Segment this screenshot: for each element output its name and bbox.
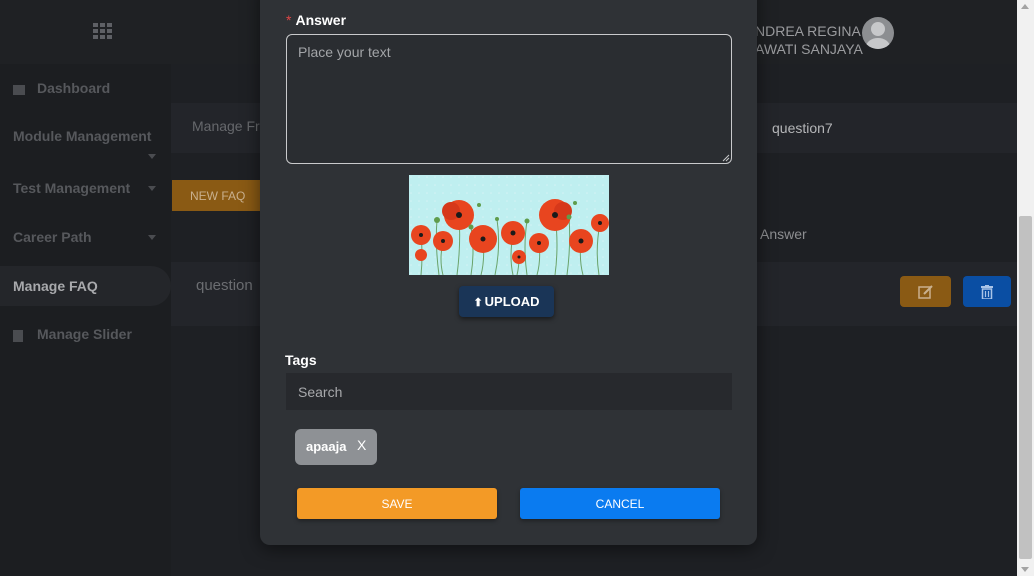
answer-label-text: Answer <box>295 12 347 28</box>
trash-icon <box>981 284 993 299</box>
user-name-line2: AWATI SANJAYA <box>755 41 863 57</box>
edit-button[interactable] <box>900 276 951 307</box>
tag-chip: apaaja X <box>295 429 377 465</box>
upload-icon: ⬆ <box>473 297 483 309</box>
chevron-down-icon <box>148 154 156 159</box>
question-title: question7 <box>772 120 833 136</box>
sidebar-item-test-management[interactable]: Test Management <box>0 168 171 208</box>
cancel-button[interactable]: CANCEL <box>520 488 720 519</box>
sidebar-item-label: Manage FAQ <box>13 278 98 294</box>
tag-text: apaaja <box>306 439 347 454</box>
page-scrollbar[interactable] <box>1017 0 1034 576</box>
sidebar-item-manage-slider[interactable]: Manage Slider <box>0 314 171 354</box>
scroll-down-icon[interactable] <box>1021 567 1029 572</box>
tags-search-input[interactable] <box>286 373 732 410</box>
chevron-down-icon <box>148 186 156 191</box>
upload-label: UPLOAD <box>484 294 540 309</box>
new-faq-button[interactable]: NEW FAQ <box>172 180 267 211</box>
sidebar-item-label: Module Management <box>13 128 152 144</box>
delete-button[interactable] <box>963 276 1011 307</box>
edit-icon <box>917 284 933 299</box>
answer-column-header: Answer <box>760 226 807 242</box>
sidebar: Dashboard Module Management Test Managem… <box>0 64 171 576</box>
sidebar-item-label: Manage Slider <box>37 326 132 342</box>
scroll-thumb[interactable] <box>1019 216 1032 559</box>
poppies-image <box>409 175 609 275</box>
remove-tag-button[interactable]: X <box>357 437 366 453</box>
slider-icon <box>13 330 23 342</box>
chevron-down-icon <box>148 235 156 240</box>
sidebar-item-module-management[interactable]: Module Management <box>0 116 171 159</box>
sidebar-item-dashboard[interactable]: Dashboard <box>0 68 171 108</box>
answer-image <box>409 175 609 275</box>
sidebar-item-label: Test Management <box>13 180 131 196</box>
resize-grip-icon[interactable] <box>722 154 730 162</box>
sidebar-item-manage-faq[interactable]: Manage FAQ <box>0 266 171 306</box>
dashboard-icon <box>13 85 25 95</box>
answer-textarea[interactable] <box>286 34 732 164</box>
breadcrumb: Manage Fr <box>192 118 260 134</box>
sidebar-item-label: Dashboard <box>37 80 111 96</box>
scroll-up-icon[interactable] <box>1021 4 1029 9</box>
grid-menu-icon[interactable] <box>93 23 112 39</box>
answer-label: * Answer <box>286 12 346 28</box>
required-mark: * <box>286 12 292 28</box>
row-question: question <box>196 277 253 294</box>
user-name-line1: NDREA REGINA <box>755 23 861 39</box>
user-name[interactable]: NDREA REGINA AWATI SANJAYA <box>755 22 865 58</box>
user-avatar-icon[interactable] <box>862 17 894 49</box>
tags-label: Tags <box>285 352 317 368</box>
save-button[interactable]: SAVE <box>297 488 497 519</box>
upload-button[interactable]: ⬆ UPLOAD <box>459 286 554 317</box>
sidebar-item-career-path[interactable]: Career Path <box>0 217 171 257</box>
sidebar-item-label: Career Path <box>13 229 92 245</box>
